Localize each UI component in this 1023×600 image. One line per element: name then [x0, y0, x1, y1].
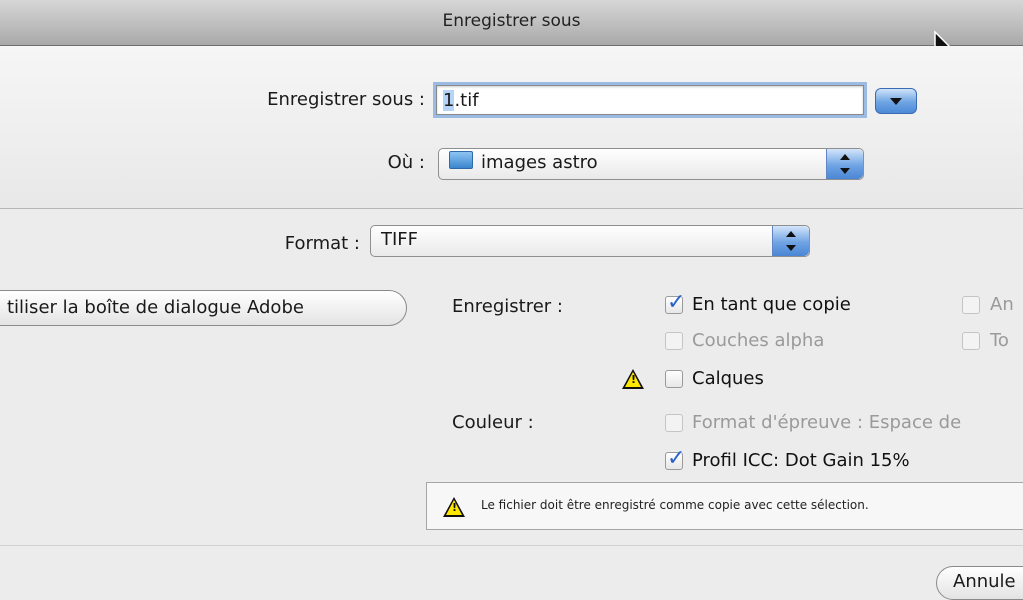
warning-icon: !: [443, 497, 465, 517]
top-panel: [0, 46, 1023, 208]
icc-profile-checkbox[interactable]: ✓: [665, 446, 685, 471]
where-value: images astro: [481, 152, 598, 173]
color-section-label: Couleur :: [452, 412, 534, 433]
as-copy-label: En tant que copie: [692, 294, 851, 315]
format-label: Format :: [284, 233, 360, 254]
annotations-label: An: [990, 294, 1014, 315]
where-label: Où :: [387, 152, 425, 173]
spot-colors-label: To: [990, 330, 1009, 351]
layers-checkbox[interactable]: [665, 370, 683, 388]
warning-icon: !: [622, 369, 644, 389]
chevron-down-icon: [890, 98, 902, 105]
checkmark-icon: ✓: [667, 446, 686, 471]
use-adobe-dialog-label: tiliser la boîte de dialogue Adobe: [7, 297, 304, 318]
filename-selected-text: 1: [443, 90, 455, 111]
divider: [0, 208, 1023, 209]
as-copy-checkbox[interactable]: ✓: [665, 290, 685, 315]
spot-colors-checkbox[interactable]: [962, 332, 980, 350]
save-section-label: Enregistrer :: [452, 296, 563, 317]
folder-icon: [449, 151, 473, 169]
format-value: TIFF: [381, 229, 419, 250]
expand-dialog-button[interactable]: [875, 88, 917, 114]
format-popup[interactable]: TIFF: [370, 225, 810, 257]
icc-profile-label: Profil ICC: Dot Gain 15%: [692, 450, 910, 471]
layers-label: Calques: [692, 368, 764, 389]
window-title: Enregistrer sous: [442, 11, 581, 31]
notice-text: Le fichier doit être enregistré comme co…: [481, 498, 869, 512]
popup-arrows-icon: [772, 226, 809, 256]
filename-text: .tif: [454, 90, 479, 111]
save-as-label: Enregistrer sous :: [267, 89, 425, 110]
use-adobe-dialog-button[interactable]: tiliser la boîte de dialogue Adobe: [0, 290, 407, 326]
title-bar: Enregistrer sous: [0, 0, 1023, 46]
annotations-checkbox[interactable]: [962, 296, 980, 314]
alpha-channels-checkbox[interactable]: [665, 332, 683, 350]
proof-setup-label: Format d'épreuve : Espace de: [692, 412, 962, 433]
notice-box: ! Le fichier doit être enregistré comme …: [426, 482, 1023, 530]
filename-input[interactable]: 1.tif: [436, 85, 864, 115]
alpha-channels-label: Couches alpha: [692, 330, 825, 351]
divider: [0, 545, 1023, 546]
cancel-button[interactable]: Annule: [936, 566, 1023, 600]
where-popup[interactable]: images astro: [438, 148, 864, 180]
proof-setup-checkbox[interactable]: [665, 414, 683, 432]
checkmark-icon: ✓: [667, 290, 686, 315]
popup-arrows-icon: [826, 149, 863, 179]
